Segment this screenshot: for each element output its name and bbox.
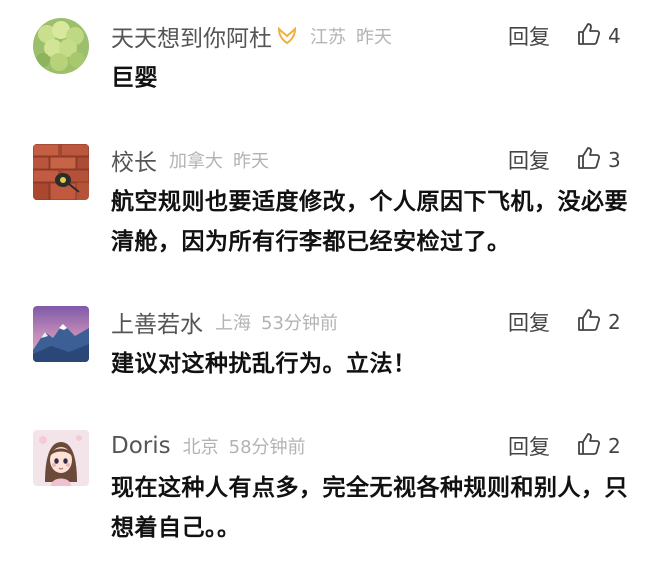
comment-time: 53分钟前 [261,313,338,334]
comment-item: 天天想到你阿杜 江苏 昨天 回复 4 巨婴 [0,18,660,118]
comment-time: 昨天 [233,151,269,172]
comment-text: 现在这种人有点多，完全无视各种规则和别人，只想着自己。。 [111,475,628,541]
username[interactable]: 上善若水 [111,305,203,339]
thumbs-up-icon [576,431,602,461]
comment-item: Doris 北京 58分钟前 回复 2 现在这种人有点多，完全无视各种规则和别人… [0,428,660,558]
cartoon-girl-avatar-image [33,430,89,486]
reply-button[interactable]: 回复 [508,21,550,51]
reply-button[interactable]: 回复 [508,431,550,461]
avatar[interactable] [33,306,89,362]
thumbs-up-icon [576,307,602,337]
like-button[interactable]: 2 [576,431,621,461]
like-count: 2 [608,310,621,334]
comment-location: 加拿大 [169,151,223,172]
comment-text: 建议对这种扰乱行为。立法！ [111,351,417,377]
avatar[interactable] [33,430,89,486]
comment-item: 上善若水 上海 53分钟前 回复 2 建议对这种扰乱行为。立法！ [0,304,660,394]
comment-time: 昨天 [356,27,392,48]
brick-wall-avatar-image [33,144,89,200]
comment-location: 北京 [182,437,219,458]
like-count: 4 [608,24,621,48]
like-count: 3 [608,148,621,172]
comment-location: 江苏 [310,27,346,48]
thumbs-up-icon [576,21,602,51]
vip-badge-icon [276,25,298,47]
like-count: 2 [608,434,621,458]
like-button[interactable]: 4 [576,21,621,51]
comment-text: 航空规则也要适度修改，个人原因下飞机，没必要清舱，因为所有行李都已经安检过了。 [111,189,628,255]
grapes-avatar-image [33,18,89,74]
reply-button[interactable]: 回复 [508,145,550,175]
username[interactable]: 校长 [111,143,157,177]
username[interactable]: Doris [111,433,171,459]
thumbs-up-icon [576,145,602,175]
mountain-avatar-image [33,306,89,362]
comment-time: 58分钟前 [228,437,306,458]
like-button[interactable]: 3 [576,145,621,175]
comment-item: 校长 加拿大 昨天 回复 3 航空规则也要适度修改，个人原因下飞机，没必要清舱，… [0,142,660,272]
reply-button[interactable]: 回复 [508,307,550,337]
avatar[interactable] [33,18,89,74]
avatar[interactable] [33,144,89,200]
like-button[interactable]: 2 [576,307,621,337]
username[interactable]: 天天想到你阿杜 [111,19,272,53]
comment-location: 上海 [215,313,251,334]
comment-text: 巨婴 [111,65,158,91]
